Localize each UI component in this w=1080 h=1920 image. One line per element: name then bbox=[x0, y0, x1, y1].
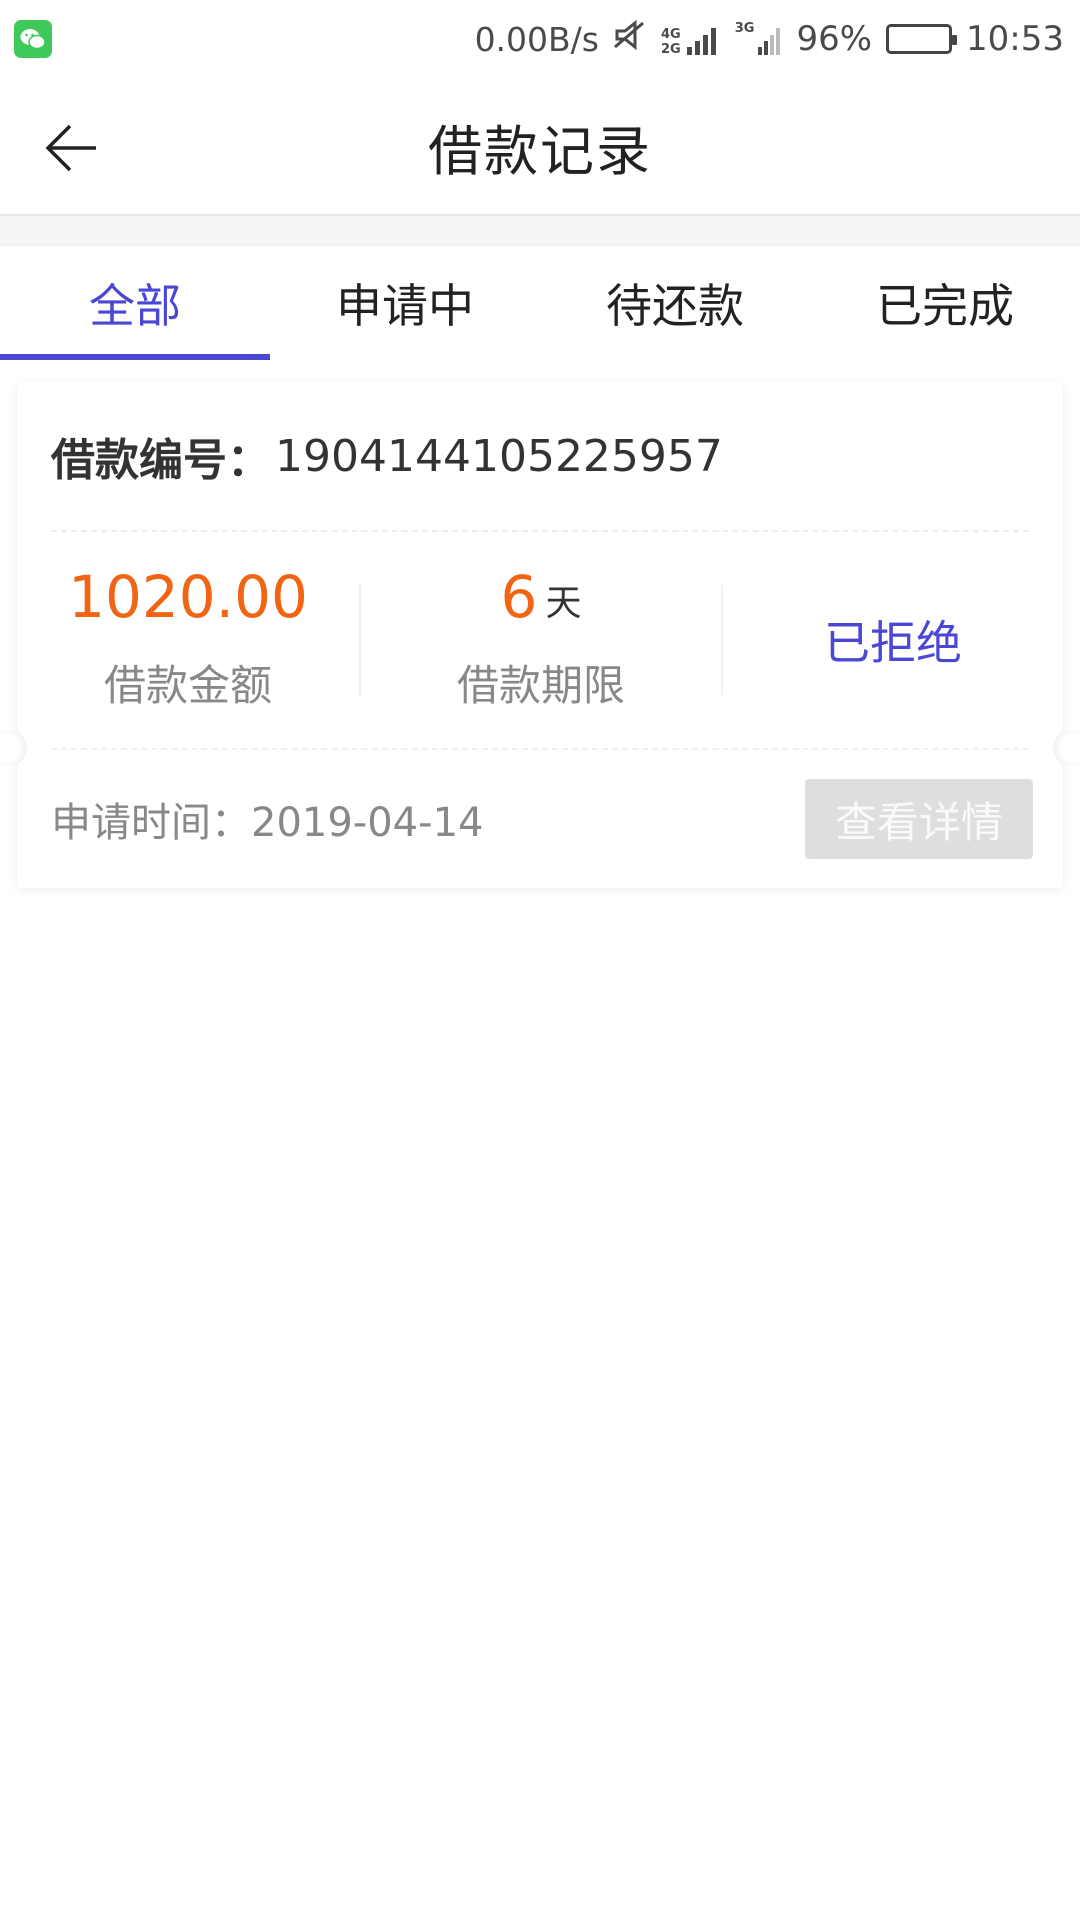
loan-term-label: 借款期限 bbox=[456, 660, 625, 710]
tab-bar: 全部 申请中 待还款 已完成 bbox=[0, 246, 1080, 360]
loan-record-card[interactable]: 借款编号： 1904144105225957 1020.00 借款金额 6 天 … bbox=[0, 382, 1080, 888]
apply-time-value: 2019-04-14 bbox=[251, 800, 484, 846]
loan-term-value: 6 bbox=[500, 562, 538, 631]
view-details-button[interactable]: 查看详情 bbox=[805, 779, 1033, 859]
tab-applying[interactable]: 申请中 bbox=[270, 246, 540, 360]
signal-3g-icon: 3G bbox=[735, 21, 783, 57]
signal-4g-icon: 4G 2G bbox=[661, 21, 721, 57]
loan-number-value: 1904144105225957 bbox=[275, 430, 723, 482]
net-label-3g: 3G bbox=[734, 21, 755, 36]
loan-status-block: 已拒绝 bbox=[723, 607, 1063, 673]
loan-amount-value: 1020.00 bbox=[68, 562, 308, 631]
loan-number-label: 借款编号： bbox=[51, 435, 271, 486]
back-button[interactable] bbox=[40, 116, 104, 180]
loan-footer: 申请时间：2019-04-14 查看详情 bbox=[17, 750, 1063, 888]
nav-bar: 借款记录 bbox=[0, 78, 1080, 216]
arrow-left-icon bbox=[45, 124, 96, 172]
page-title: 借款记录 bbox=[428, 119, 652, 183]
status-bar: 0.00B/s 4G 2G 3G 96% 10:53 bbox=[0, 0, 1080, 78]
net-label-4g: 4G bbox=[661, 27, 681, 42]
mute-icon bbox=[613, 19, 647, 60]
net-label-2g: 2G bbox=[661, 42, 681, 57]
section-divider bbox=[0, 216, 1080, 246]
loan-term-block: 6 天 借款期限 bbox=[361, 568, 721, 713]
tab-all[interactable]: 全部 bbox=[0, 246, 270, 360]
tab-completed[interactable]: 已完成 bbox=[810, 246, 1080, 360]
wechat-icon bbox=[14, 20, 52, 58]
apply-time: 申请时间：2019-04-14 bbox=[51, 790, 483, 848]
battery-icon bbox=[886, 24, 958, 54]
perforation bbox=[0, 730, 1080, 766]
loan-term-unit: 天 bbox=[545, 582, 582, 624]
loan-amount-block: 1020.00 借款金额 bbox=[17, 568, 359, 713]
status-badge: 已拒绝 bbox=[824, 616, 962, 670]
loan-amount-label: 借款金额 bbox=[103, 660, 272, 710]
net-speed: 0.00B/s bbox=[474, 19, 599, 59]
apply-time-label: 申请时间： bbox=[51, 800, 251, 846]
loan-summary: 1020.00 借款金额 6 天 借款期限 已拒绝 bbox=[17, 532, 1063, 748]
tab-pending-repayment[interactable]: 待还款 bbox=[540, 246, 810, 360]
loan-number-row: 借款编号： 1904144105225957 bbox=[17, 382, 1063, 530]
battery-percent: 96% bbox=[796, 19, 873, 59]
clock: 10:53 bbox=[966, 19, 1064, 59]
status-indicators: 0.00B/s 4G 2G 3G 96% 10:53 bbox=[475, 19, 1064, 60]
